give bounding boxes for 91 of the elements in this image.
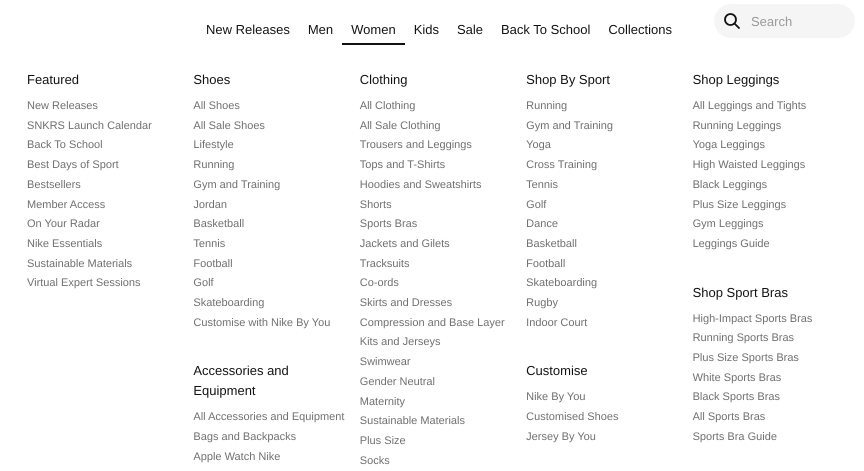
menu-link[interactable]: Sustainable Materials	[360, 412, 526, 432]
menu-link[interactable]: New Releases	[27, 97, 194, 117]
menu-link[interactable]: Virtual Expert Sessions	[27, 274, 194, 294]
menu-heading: Customise	[526, 362, 589, 380]
menu-link[interactable]: Gym and Training	[193, 176, 360, 196]
nav-tab[interactable]: Kids	[404, 0, 448, 46]
menu-link[interactable]: Basketball	[526, 234, 693, 255]
menu-link[interactable]: Gender Neutral	[360, 372, 526, 393]
menu-link[interactable]: Running	[193, 156, 360, 176]
menu-link[interactable]: High Waisted Leggings	[692, 156, 859, 176]
menu-heading: Featured	[27, 71, 80, 89]
menu-link[interactable]: Leggings Guide	[692, 234, 859, 255]
menu-link[interactable]: Football	[193, 254, 360, 274]
menu-link[interactable]: All Sale Shoes	[193, 116, 360, 136]
menu-link[interactable]: Apple Watch Nike	[193, 448, 360, 468]
nav-tab[interactable]: Sale	[448, 0, 492, 46]
menu-link[interactable]: Gym and Training	[526, 116, 693, 136]
menu-link[interactable]: Black Leggings	[692, 176, 859, 196]
menu-link[interactable]: All Leggings and Tights	[692, 97, 859, 117]
menu-link[interactable]: Skateboarding	[526, 274, 693, 294]
menu-link[interactable]: Tennis	[526, 176, 693, 196]
menu-link[interactable]: Tracksuits	[360, 254, 526, 274]
menu-link[interactable]: Lifestyle	[193, 136, 360, 156]
menu-link[interactable]: Bags and Backpacks	[193, 428, 360, 448]
menu-link[interactable]: Golf	[526, 196, 693, 216]
menu-link[interactable]: Black Sports Bras	[692, 388, 859, 408]
menu-heading: Shop By Sport	[526, 71, 611, 89]
menu-link[interactable]: Nike By You	[526, 388, 693, 408]
menu-link[interactable]: On Your Radar	[27, 215, 194, 235]
menu-link[interactable]: Dance	[526, 215, 693, 235]
menu-heading: Shop Sport Bras	[692, 284, 789, 302]
menu-link[interactable]: SNKRS Launch Calendar	[27, 116, 194, 136]
menu-heading: Shop Leggings	[692, 71, 780, 89]
menu-link[interactable]: Plus Size Leggings	[692, 196, 859, 216]
menu-link[interactable]: Socks	[360, 452, 526, 471]
menu-link[interactable]: Hoodies and Sweatshirts	[360, 176, 526, 196]
menu-link[interactable]: Plus Size Sports Bras	[692, 349, 859, 369]
menu-link[interactable]: High-Impact Sports Bras	[692, 310, 859, 330]
menu-link[interactable]: Kits and Jerseys	[360, 333, 526, 354]
menu-link[interactable]: Bestsellers	[27, 176, 194, 196]
menu-link[interactable]: Gym Leggings	[692, 215, 859, 235]
menu-heading: Accessories and Equipment	[193, 362, 290, 400]
menu-heading: Shoes	[193, 71, 232, 89]
menu-link[interactable]: Tops and T-Shirts	[360, 156, 526, 176]
menu-link[interactable]: Customised Shoes	[526, 408, 693, 428]
menu-link[interactable]: Sustainable Materials	[27, 254, 194, 274]
menu-link[interactable]: Skirts and Dresses	[360, 294, 526, 314]
menu-link[interactable]: Basketball	[193, 215, 360, 235]
menu-link[interactable]: Sports Bras	[360, 215, 526, 235]
menu-link[interactable]: White Sports Bras	[692, 368, 859, 388]
search-field[interactable]: Search	[714, 4, 855, 38]
nav-tab[interactable]: New Releases	[197, 0, 299, 46]
menu-link[interactable]: Running	[526, 97, 693, 117]
menu-link[interactable]: All Accessories and Equipment	[193, 408, 360, 428]
nav-tab[interactable]: Women	[342, 0, 405, 46]
menu-link[interactable]: Yoga Leggings	[692, 136, 859, 156]
menu-link[interactable]: Running Sports Bras	[692, 329, 859, 350]
menu-link[interactable]: Best Days of Sport	[27, 156, 194, 176]
menu-link[interactable]: Tennis	[193, 234, 360, 255]
menu-link[interactable]: Nike Essentials	[27, 234, 194, 255]
menu-link[interactable]: Customise with Nike By You	[193, 314, 360, 334]
search-icon	[723, 12, 741, 30]
nav-tab[interactable]: Collections	[599, 0, 681, 46]
menu-link[interactable]: Back To School	[27, 136, 194, 156]
menu-link[interactable]: Yoga	[526, 136, 693, 156]
menu-link[interactable]: Running Leggings	[692, 116, 859, 136]
menu-link[interactable]: Jackets and Gilets	[360, 234, 526, 255]
menu-link[interactable]: Plus Size	[360, 432, 526, 452]
menu-link[interactable]: Cross Training	[526, 156, 693, 176]
menu-link[interactable]: Shorts	[360, 196, 526, 216]
menu-link[interactable]: Jordan	[193, 196, 360, 216]
menu-link[interactable]: Skateboarding	[193, 294, 360, 314]
menu-link[interactable]: Sports Bra Guide	[692, 428, 859, 448]
menu-link[interactable]: Member Access	[27, 196, 194, 216]
nav-tab[interactable]: Men	[298, 0, 342, 46]
menu-link[interactable]: Trousers and Leggings	[360, 136, 526, 156]
menu-link[interactable]: Maternity	[360, 392, 526, 412]
menu-link[interactable]: Jersey By You	[526, 428, 693, 448]
menu-heading: Clothing	[360, 71, 408, 89]
menu-link[interactable]: All Sports Bras	[692, 408, 859, 428]
menu-link[interactable]: All Clothing	[360, 97, 526, 117]
menu-link[interactable]: All Shoes	[193, 97, 360, 117]
menu-link[interactable]: Golf	[193, 274, 360, 294]
menu-link[interactable]: Rugby	[526, 294, 693, 314]
nav-tab[interactable]: Back To School	[492, 0, 600, 46]
menu-link[interactable]: Swimwear	[360, 353, 526, 373]
menu-link[interactable]: Football	[526, 254, 693, 274]
menu-link[interactable]: Co-ords	[360, 274, 526, 294]
menu-link[interactable]: Compression and Base Layer	[360, 314, 526, 334]
menu-link[interactable]: Indoor Court	[526, 314, 693, 334]
menu-link[interactable]: All Sale Clothing	[360, 116, 526, 136]
